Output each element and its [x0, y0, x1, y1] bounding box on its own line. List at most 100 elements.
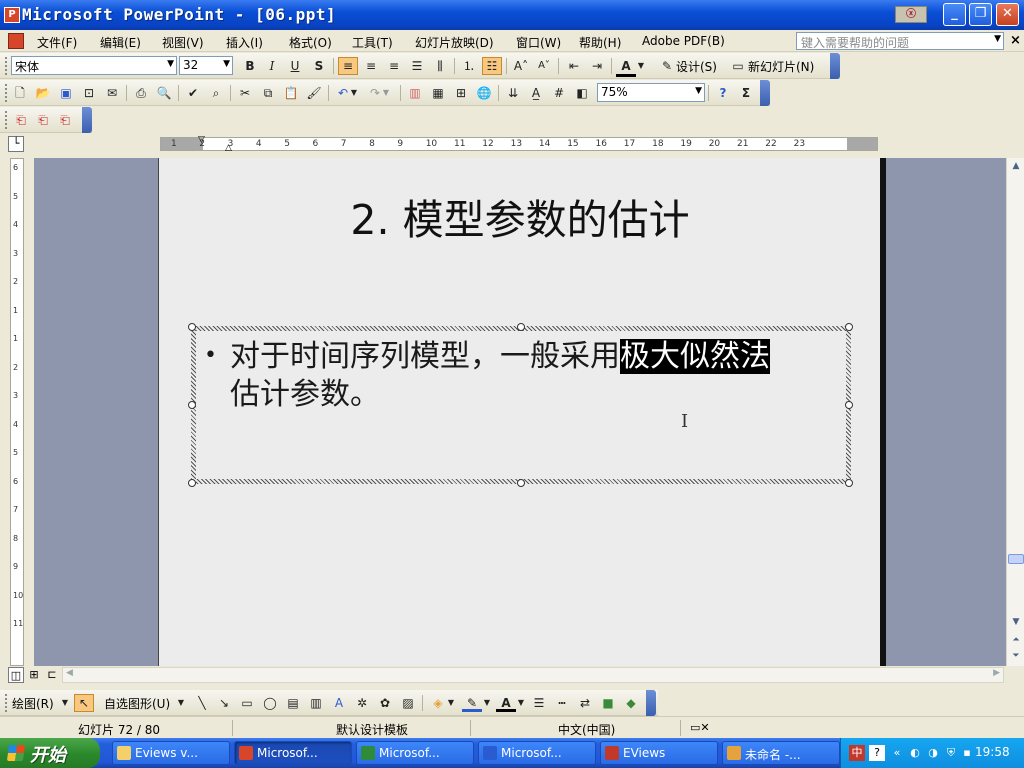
- menu-adobe-pdf[interactable]: Adobe PDF(B): [642, 34, 725, 48]
- horizontal-ruler[interactable]: 1 2 3 4 5 6 7 8 9 10 11 12 13 14 15 16 17 18 19 20 21 22 23 ▽ …: [160, 135, 878, 153]
- design-button[interactable]: 设计(S): [676, 58, 717, 75]
- antivirus-icon[interactable]: ▪: [959, 745, 975, 761]
- menu-slideshow[interactable]: 幻灯片放映(D): [415, 34, 494, 51]
- vertical-textbox-icon[interactable]: ▥: [306, 694, 326, 712]
- scroll-down-icon[interactable]: ▼: [1008, 614, 1024, 630]
- chevron-down-icon[interactable]: ▼: [349, 84, 359, 102]
- toolbar-options-icon[interactable]: [830, 53, 840, 79]
- menu-insert[interactable]: 插入(I): [226, 34, 263, 51]
- align-left-icon[interactable]: ≡: [338, 57, 358, 75]
- toolbar-options-icon[interactable]: [760, 80, 770, 106]
- chevron-down-icon[interactable]: ▼: [167, 59, 174, 69]
- paste-icon[interactable]: 📋: [281, 84, 301, 102]
- volume-icon[interactable]: ◑: [925, 745, 941, 761]
- font-name-select[interactable]: 宋体 ▼: [11, 56, 177, 75]
- oval-tool-icon[interactable]: ◯: [260, 694, 280, 712]
- toolbar-grip[interactable]: [5, 111, 8, 129]
- underline-icon[interactable]: U: [285, 57, 305, 75]
- vertical-scrollbar[interactable]: ▲ ▼ ⏶ ⏷: [1006, 158, 1024, 666]
- resize-handle[interactable]: [517, 479, 525, 487]
- convert-pdf-icon[interactable]: ⎗: [11, 111, 31, 129]
- tray-expand-icon[interactable]: «: [889, 745, 905, 761]
- network-icon[interactable]: ◐: [907, 745, 923, 761]
- chevron-down-icon[interactable]: ▼: [994, 34, 1001, 44]
- resize-handle[interactable]: [517, 323, 525, 331]
- menu-window[interactable]: 窗口(W): [516, 34, 561, 51]
- slideshow-view-icon[interactable]: ⊏: [44, 667, 60, 683]
- fill-color-icon[interactable]: ◈: [428, 694, 448, 712]
- draw-menu-button[interactable]: 绘图(R): [12, 695, 54, 712]
- slide-canvas[interactable]: 2. 模型参数的估计 • 对于时间序列模型，一般采用极大似然法 估计参数。 I: [158, 158, 880, 666]
- chevron-down-icon[interactable]: ▼: [60, 694, 70, 712]
- taskbar-button[interactable]: Microsof...: [478, 741, 596, 765]
- toolbar-grip[interactable]: [5, 57, 8, 75]
- chevron-down-icon[interactable]: ▼: [636, 57, 646, 75]
- show-formatting-icon[interactable]: A̲: [526, 84, 546, 102]
- scroll-thumb[interactable]: [1008, 554, 1024, 564]
- save-icon[interactable]: ▣: [56, 84, 76, 102]
- chevron-down-icon[interactable]: ▼: [695, 86, 702, 96]
- taskbar-button[interactable]: Eviews v...: [112, 741, 230, 765]
- next-slide-icon[interactable]: ⏷: [1008, 648, 1024, 664]
- chevron-down-icon[interactable]: ▼: [176, 694, 186, 712]
- font-size-select[interactable]: 32 ▼: [179, 56, 233, 75]
- arrow-tool-icon[interactable]: ↘: [214, 694, 234, 712]
- toolbar-grip[interactable]: [5, 694, 8, 712]
- insert-table-icon[interactable]: ▦: [428, 84, 448, 102]
- select-objects-icon[interactable]: ↖: [74, 694, 94, 712]
- help-search-input[interactable]: 键入需要帮助的问题 ▼: [796, 32, 1004, 50]
- taskbar-button[interactable]: 未命名 -...: [722, 741, 840, 765]
- permission-icon[interactable]: ⊡: [79, 84, 99, 102]
- insert-hyperlink-icon[interactable]: 🌐: [474, 84, 494, 102]
- bold-icon[interactable]: B: [240, 57, 260, 75]
- chevron-down-icon[interactable]: ▼: [381, 84, 391, 102]
- increase-font-size-icon[interactable]: A˄: [511, 57, 531, 75]
- textbox-tool-icon[interactable]: ▤: [283, 694, 303, 712]
- scroll-up-icon[interactable]: ▲: [1008, 158, 1024, 174]
- document-menu-icon[interactable]: [8, 33, 24, 49]
- menu-view[interactable]: 视图(V): [162, 34, 204, 51]
- align-center-icon[interactable]: ≡: [361, 57, 381, 75]
- pdf-email-icon[interactable]: ⎗: [33, 111, 53, 129]
- zoom-select[interactable]: 75% ▼: [597, 83, 705, 102]
- font-color-icon[interactable]: A: [616, 57, 636, 77]
- normal-view-icon[interactable]: ◫: [8, 667, 24, 683]
- maximize-button[interactable]: ❐: [969, 3, 992, 26]
- tables-borders-icon[interactable]: ⊞: [451, 84, 471, 102]
- line-style-icon[interactable]: ☰: [529, 694, 549, 712]
- pdf-review-icon[interactable]: ⎗: [55, 111, 75, 129]
- toolbar-grip[interactable]: [5, 84, 8, 102]
- taskbar-button[interactable]: EViews: [600, 741, 718, 765]
- chevron-down-icon[interactable]: ▼: [516, 694, 526, 712]
- security-icon[interactable]: ⛨: [943, 745, 959, 761]
- grid-icon[interactable]: #: [549, 84, 569, 102]
- menu-help[interactable]: 帮助(H): [579, 34, 621, 51]
- clip-art-icon[interactable]: ✿: [375, 694, 395, 712]
- minimize-button[interactable]: _: [943, 3, 966, 26]
- design-icon[interactable]: ✎: [657, 57, 677, 75]
- taskbar-button[interactable]: Microsof...: [234, 741, 352, 765]
- menu-file[interactable]: 文件(F): [37, 34, 77, 51]
- slide-sorter-view-icon[interactable]: ⊞: [26, 667, 42, 683]
- print-icon[interactable]: ⎙: [131, 84, 151, 102]
- shadow-style-icon[interactable]: ■: [598, 694, 618, 712]
- bullets-icon[interactable]: ☷: [482, 57, 502, 75]
- diagram-icon[interactable]: ✲: [352, 694, 372, 712]
- decrease-font-size-icon[interactable]: A˅: [534, 57, 554, 75]
- menu-format[interactable]: 格式(O): [289, 34, 332, 51]
- research-icon[interactable]: ⌕: [206, 84, 226, 102]
- horizontal-scrollbar[interactable]: ◀ ▶: [62, 667, 1004, 683]
- align-right-icon[interactable]: ≡: [384, 57, 404, 75]
- chevron-down-icon[interactable]: ▼: [446, 694, 456, 712]
- taskbar-button[interactable]: Microsof...: [356, 741, 474, 765]
- decrease-indent-icon[interactable]: ⇤: [564, 57, 584, 75]
- line-tool-icon[interactable]: ╲: [192, 694, 212, 712]
- cut-icon[interactable]: ✂: [235, 84, 255, 102]
- help-tray-icon[interactable]: ?: [869, 745, 885, 761]
- resize-handle[interactable]: [188, 479, 196, 487]
- open-folder-icon[interactable]: 📂: [33, 84, 53, 102]
- font-color-icon[interactable]: A: [496, 694, 516, 712]
- new-slide-button[interactable]: 新幻灯片(N): [748, 58, 814, 75]
- insert-chart-icon[interactable]: ▥: [405, 84, 425, 102]
- email-icon[interactable]: ✉: [102, 84, 122, 102]
